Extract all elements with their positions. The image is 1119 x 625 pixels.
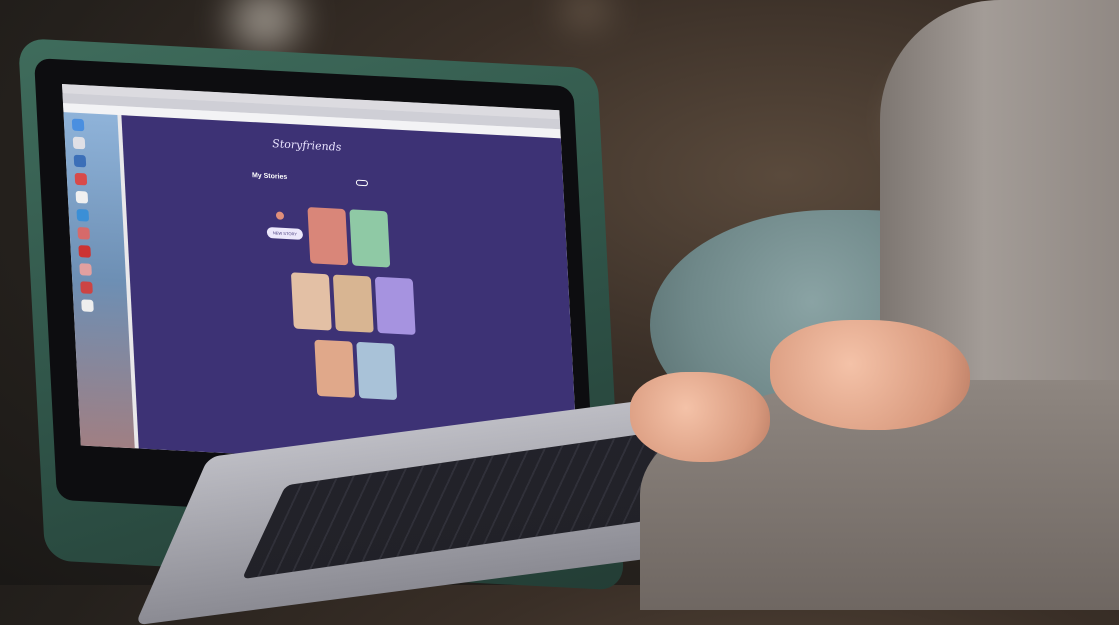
dock-app-icon[interactable] <box>72 136 86 150</box>
story-card[interactable] <box>332 274 374 333</box>
new-story-button[interactable]: NEW STORY <box>266 226 304 240</box>
background-light <box>560 0 610 25</box>
story-card[interactable] <box>314 339 356 398</box>
dock-app-icon[interactable] <box>74 172 88 186</box>
dock-app-icon[interactable] <box>75 190 89 204</box>
right-hand <box>770 320 970 430</box>
story-card[interactable] <box>356 341 398 401</box>
dock-app-icon[interactable] <box>73 154 87 168</box>
dock-app-icon[interactable] <box>81 299 94 312</box>
story-card[interactable] <box>290 272 332 331</box>
dock-app-icon[interactable] <box>71 118 85 132</box>
decorative-dot <box>275 211 285 220</box>
dock-app-icon[interactable] <box>79 263 92 276</box>
dock-app-icon[interactable] <box>77 227 91 240</box>
story-card[interactable] <box>374 276 416 335</box>
page-title: My Stories <box>251 172 288 182</box>
story-card[interactable] <box>349 209 391 268</box>
dock-app-icon[interactable] <box>80 281 93 294</box>
scene: Storyfriends My Stories NEW STORY <box>0 0 1119 625</box>
laptop-screen: Storyfriends My Stories NEW STORY <box>62 84 579 472</box>
background-light <box>230 0 300 50</box>
app-logo[interactable]: Storyfriends <box>272 137 342 154</box>
outline-button[interactable] <box>355 179 369 187</box>
dock-app-icon[interactable] <box>76 208 90 222</box>
story-card[interactable] <box>307 207 349 266</box>
dock-app-icon[interactable] <box>78 245 91 258</box>
left-hand <box>630 372 770 462</box>
